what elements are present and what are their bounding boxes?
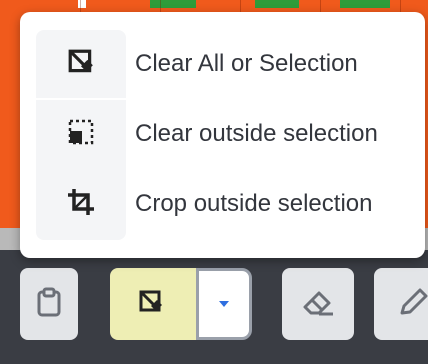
clipboard-icon <box>34 286 64 323</box>
pencil-button[interactable] <box>374 268 428 340</box>
menu-item-icon-box <box>36 30 126 98</box>
eraser-button[interactable] <box>282 268 354 340</box>
clear-outside-icon <box>68 119 94 150</box>
menu-item-crop-outside[interactable]: Crop outside selection <box>20 168 425 240</box>
canvas-pixel-strip <box>255 0 299 8</box>
canvas-pixel-strip <box>150 0 196 8</box>
clear-options-menu: Clear All or Selection Clear outside sel… <box>20 12 425 258</box>
canvas-pixel-strip <box>340 0 390 8</box>
menu-item-icon-box <box>36 100 126 168</box>
pencil-icon <box>398 287 428 322</box>
clear-options-dropdown[interactable] <box>196 268 252 340</box>
clear-all-icon <box>67 48 95 81</box>
clear-tool-button[interactable] <box>110 268 196 340</box>
clear-all-icon <box>138 289 164 320</box>
paste-button[interactable] <box>20 268 78 340</box>
app-root: Clear All or Selection Clear outside sel… <box>0 0 428 364</box>
menu-item-label: Crop outside selection <box>135 190 373 217</box>
eraser-icon <box>301 287 335 322</box>
menu-item-label: Clear outside selection <box>135 120 378 147</box>
menu-item-icon-box <box>36 168 126 240</box>
crop-icon <box>66 187 96 222</box>
menu-item-label: Clear All or Selection <box>135 50 358 77</box>
menu-item-clear-all[interactable]: Clear All or Selection <box>20 30 425 98</box>
dropdown-caret-icon <box>218 295 230 313</box>
menu-item-clear-outside[interactable]: Clear outside selection <box>20 100 425 168</box>
